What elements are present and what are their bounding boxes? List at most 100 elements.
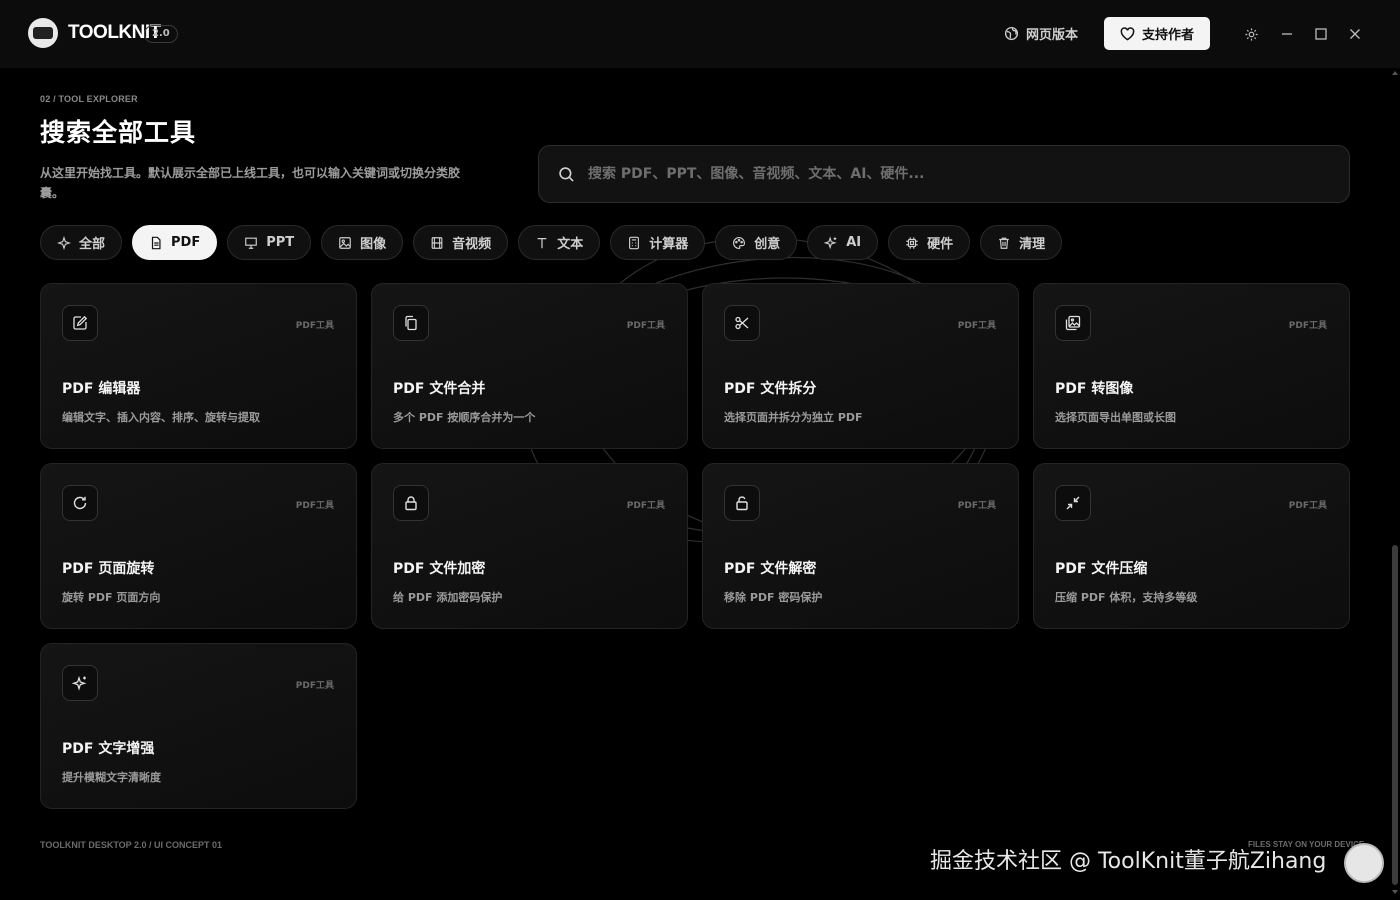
watermark-text: 掘金技术社区 @ ToolKnit董子航Zihang — [930, 849, 1327, 874]
category-chip-pdf[interactable]: PDF — [132, 225, 218, 260]
chip-icon — [905, 236, 919, 250]
tool-category-tag: PDF工具 — [1288, 501, 1327, 511]
category-chip-label: AI — [846, 235, 862, 250]
image-icon — [338, 236, 352, 250]
tool-card-pdf-merge[interactable]: PDF工具 PDF 文件合并 多个 PDF 按顺序合并为一个 — [371, 283, 688, 449]
presentation-icon — [244, 236, 258, 250]
minimize-window-icon[interactable] — [1279, 26, 1295, 42]
category-chip-hardware[interactable]: 硬件 — [888, 225, 971, 260]
scissors-icon — [724, 305, 760, 341]
tool-subtitle: 选择页面并拆分为独立 PDF — [724, 411, 863, 424]
category-chip-text[interactable]: 文本 — [518, 225, 601, 260]
title-bar: TOOLKNIT 2.0 网页版本 支持作者 — [0, 0, 1400, 68]
sparkle-icon — [62, 665, 98, 701]
support-author-button[interactable]: 支持作者 — [1104, 17, 1210, 50]
tool-card-pdf-editor[interactable]: PDF工具 PDF 编辑器 编辑文字、插入内容、排序、旋转与提取 — [40, 283, 357, 449]
vertical-scrollbar[interactable] — [1392, 545, 1398, 885]
category-chip-label: 清理 — [1019, 237, 1046, 252]
text-icon — [535, 236, 549, 250]
web-version-label: 网页版本 — [1026, 28, 1079, 43]
rotate-icon — [62, 485, 98, 521]
version-badge: 2.0 — [144, 25, 178, 43]
tool-subtitle: 编辑文字、插入内容、排序、旋转与提取 — [62, 411, 260, 424]
heart-icon — [1120, 26, 1135, 41]
tool-category-tag: PDF工具 — [295, 681, 334, 691]
edit-icon — [62, 305, 98, 341]
tool-title: PDF 页面旋转 — [62, 561, 155, 577]
app-logo — [28, 18, 58, 48]
unlock-icon — [724, 485, 760, 521]
tool-category-tag: PDF工具 — [957, 501, 996, 511]
film-icon — [430, 236, 444, 250]
category-chip-cleanup[interactable]: 清理 — [980, 225, 1063, 260]
tool-card-pdf-split[interactable]: PDF工具 PDF 文件拆分 选择页面并拆分为独立 PDF — [702, 283, 1019, 449]
lock-icon — [393, 485, 429, 521]
trash-icon — [997, 236, 1011, 250]
tool-title: PDF 文件拆分 — [724, 381, 817, 397]
document-icon — [149, 236, 163, 250]
footer-version-note: TOOLKNIT DESKTOP 2.0 / UI CONCEPT 01 — [40, 840, 223, 850]
copy-icon — [393, 305, 429, 341]
globe-icon — [1004, 26, 1019, 41]
tool-category-tag: PDF工具 — [626, 321, 665, 331]
category-chip-media[interactable]: 音视频 — [413, 225, 509, 260]
tool-category-tag: PDF工具 — [1288, 321, 1327, 331]
tool-subtitle: 压缩 PDF 体积，支持多等级 — [1055, 591, 1198, 604]
tool-card-pdf-encrypt[interactable]: PDF工具 PDF 文件加密 给 PDF 添加密码保护 — [371, 463, 688, 629]
category-chip-ppt[interactable]: PPT — [227, 225, 312, 260]
page-description: 从这里开始找工具。默认展示全部已上线工具，也可以输入关键词或切换分类胶囊。 — [40, 166, 461, 200]
tool-title: PDF 文件加密 — [393, 561, 486, 577]
watermark-avatar — [1344, 843, 1384, 883]
tool-card-pdf-decrypt[interactable]: PDF工具 PDF 文件解密 移除 PDF 密码保护 — [702, 463, 1019, 629]
search-input[interactable] — [588, 166, 1288, 182]
breadcrumb: 02 / TOOL EXPLORER — [40, 94, 138, 104]
search-icon — [558, 166, 575, 183]
category-chip-label: 全部 — [79, 237, 106, 252]
category-chip-ai[interactable]: AI — [807, 225, 879, 260]
category-chip-label: 图像 — [360, 237, 387, 252]
category-chip-creative[interactable]: 创意 — [715, 225, 798, 260]
tool-subtitle: 给 PDF 添加密码保护 — [393, 591, 503, 604]
calculator-icon — [627, 236, 641, 250]
category-chip-all[interactable]: 全部 — [40, 225, 123, 260]
category-chip-label: 音视频 — [452, 237, 492, 252]
category-chip-image[interactable]: 图像 — [321, 225, 404, 260]
support-author-label: 支持作者 — [1141, 28, 1194, 43]
tool-category-tag: PDF工具 — [295, 501, 334, 511]
category-filter-bar: 全部 PDF PPT 图像 音视频 文本 计算器 创意 AI 硬件 清理 — [40, 225, 1063, 260]
tool-card-pdf-to-image[interactable]: PDF工具 PDF 转图像 选择页面导出单图或长图 — [1033, 283, 1350, 449]
settings-gear-icon[interactable] — [1243, 26, 1259, 42]
tool-grid: PDF工具 PDF 编辑器 编辑文字、插入内容、排序、旋转与提取 PDF工具 P… — [40, 283, 1350, 809]
category-chip-label: PDF — [171, 235, 201, 250]
tool-subtitle: 旋转 PDF 页面方向 — [62, 591, 161, 604]
tool-title: PDF 文件压缩 — [1055, 561, 1148, 577]
palette-icon — [732, 236, 746, 250]
tool-card-pdf-rotate[interactable]: PDF工具 PDF 页面旋转 旋转 PDF 页面方向 — [40, 463, 357, 629]
category-chip-label: 硬件 — [927, 237, 954, 252]
tool-card-pdf-compress[interactable]: PDF工具 PDF 文件压缩 压缩 PDF 体积，支持多等级 — [1033, 463, 1350, 629]
tool-subtitle: 选择页面导出单图或长图 — [1055, 411, 1176, 424]
tool-subtitle: 移除 PDF 密码保护 — [724, 591, 823, 604]
tool-card-pdf-text-enhance[interactable]: PDF工具 PDF 文字增强 提升模糊文字清晰度 — [40, 643, 357, 809]
images-icon — [1055, 305, 1091, 341]
minimize-icon — [1055, 485, 1091, 521]
tool-title: PDF 文字增强 — [62, 741, 155, 757]
tool-subtitle: 提升模糊文字清晰度 — [62, 771, 161, 784]
sparkle-icon — [57, 235, 71, 250]
category-chip-label: 文本 — [557, 237, 584, 252]
tool-title: PDF 编辑器 — [62, 381, 141, 397]
maximize-window-icon[interactable] — [1313, 26, 1329, 42]
page-title: 搜索全部工具 — [40, 118, 197, 147]
tool-title: PDF 文件解密 — [724, 561, 817, 577]
search-box[interactable] — [538, 145, 1350, 203]
web-version-button[interactable]: 网页版本 — [1004, 24, 1078, 43]
tool-category-tag: PDF工具 — [957, 321, 996, 331]
tool-title: PDF 转图像 — [1055, 381, 1134, 397]
scroll-down-arrow-icon[interactable] — [1392, 889, 1398, 895]
category-chip-calculator[interactable]: 计算器 — [610, 225, 706, 260]
tool-category-tag: PDF工具 — [295, 321, 334, 331]
scroll-up-arrow-icon[interactable] — [1392, 70, 1398, 76]
close-window-icon[interactable] — [1347, 26, 1363, 42]
category-chip-label: 创意 — [754, 237, 781, 252]
category-chip-label: 计算器 — [649, 237, 689, 252]
